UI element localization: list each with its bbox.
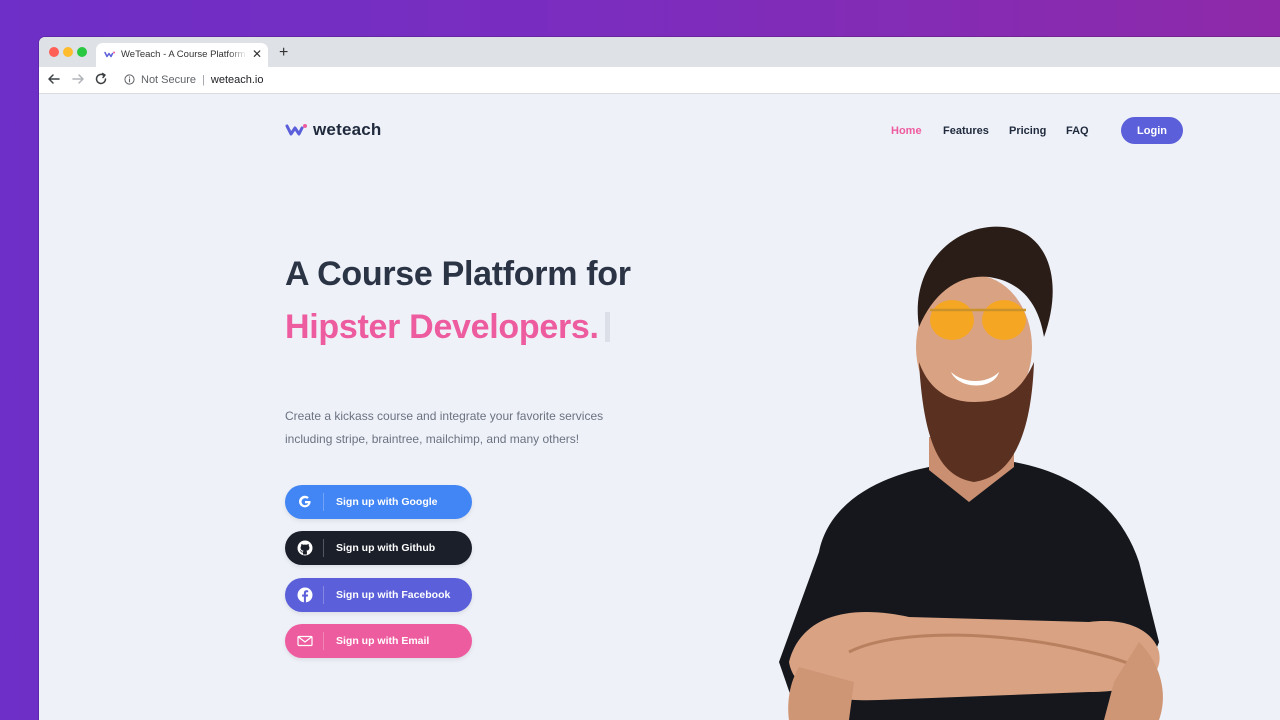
close-tab-icon[interactable]: ✕	[252, 48, 262, 61]
back-arrow-icon[interactable]	[47, 72, 61, 86]
button-divider	[323, 539, 324, 557]
tab-title: WeTeach - A Course Platform for Hipster …	[121, 49, 247, 60]
new-tab-button[interactable]: +	[279, 45, 288, 61]
reload-icon[interactable]	[94, 72, 108, 86]
signup-email-label: Sign up with Email	[336, 635, 430, 647]
security-status: Not Secure	[141, 73, 197, 86]
hero-subtitle-line: Create a kickass course and integrate yo…	[285, 409, 604, 423]
browser-toolbar: Not Secure | weteach.io	[39, 67, 1280, 94]
hero-subtitle: Create a kickass course and integrate yo…	[285, 405, 625, 451]
weteach-logo-icon	[285, 124, 307, 136]
signup-github-button[interactable]: Sign up with Github	[285, 531, 472, 565]
signup-facebook-label: Sign up with Facebook	[336, 589, 451, 601]
forward-arrow-icon[interactable]	[71, 72, 85, 86]
button-divider	[323, 493, 324, 511]
button-divider	[323, 632, 324, 650]
tab-strip: WeTeach - A Course Platform for Hipster …	[39, 37, 1280, 67]
site-logo[interactable]: weteach	[285, 120, 382, 140]
maximize-window-button[interactable]	[77, 47, 87, 57]
url-separator: |	[202, 73, 205, 86]
signup-facebook-button[interactable]: Sign up with Facebook	[285, 578, 472, 612]
signup-google-label: Sign up with Google	[336, 496, 438, 508]
logo-text: weteach	[313, 120, 382, 139]
signup-email-button[interactable]: Sign up with Email	[285, 624, 472, 658]
address-bar[interactable]: Not Secure | weteach.io	[119, 69, 1259, 90]
nav-features-link[interactable]: Features	[943, 125, 989, 137]
typing-cursor	[604, 312, 610, 342]
signup-google-button[interactable]: Sign up with Google	[285, 485, 472, 519]
nav-faq-link[interactable]: FAQ	[1066, 125, 1089, 137]
hero-subtitle-line: including stripe, braintree, mailchimp, …	[285, 432, 580, 446]
hero-headline: A Course Platform for	[285, 255, 631, 293]
url-text[interactable]: weteach.io	[211, 74, 264, 86]
browser-tab[interactable]: WeTeach - A Course Platform for Hipster …	[96, 43, 268, 67]
google-icon	[299, 495, 311, 508]
nav-home-link[interactable]: Home	[891, 125, 922, 137]
login-button[interactable]: Login	[1121, 117, 1183, 144]
envelope-icon	[297, 635, 313, 647]
nav-pricing-link[interactable]: Pricing	[1009, 125, 1046, 137]
minimize-window-button[interactable]	[63, 47, 73, 57]
signup-github-label: Sign up with Github	[336, 542, 436, 554]
hero-headline-highlight-text: Hipster Developers.	[285, 308, 599, 346]
hero-person-image	[779, 226, 1163, 720]
info-icon[interactable]	[124, 74, 135, 85]
hero-headline-highlight: Hipster Developers.	[285, 308, 610, 347]
github-icon	[297, 540, 313, 556]
facebook-icon	[297, 587, 313, 603]
close-window-button[interactable]	[49, 47, 59, 57]
landing-page: weteach Home Features Pricing FAQ Login …	[39, 94, 1280, 720]
weteach-favicon-icon	[104, 51, 115, 58]
button-divider	[323, 586, 324, 604]
browser-window: WeTeach - A Course Platform for Hipster …	[39, 37, 1280, 720]
